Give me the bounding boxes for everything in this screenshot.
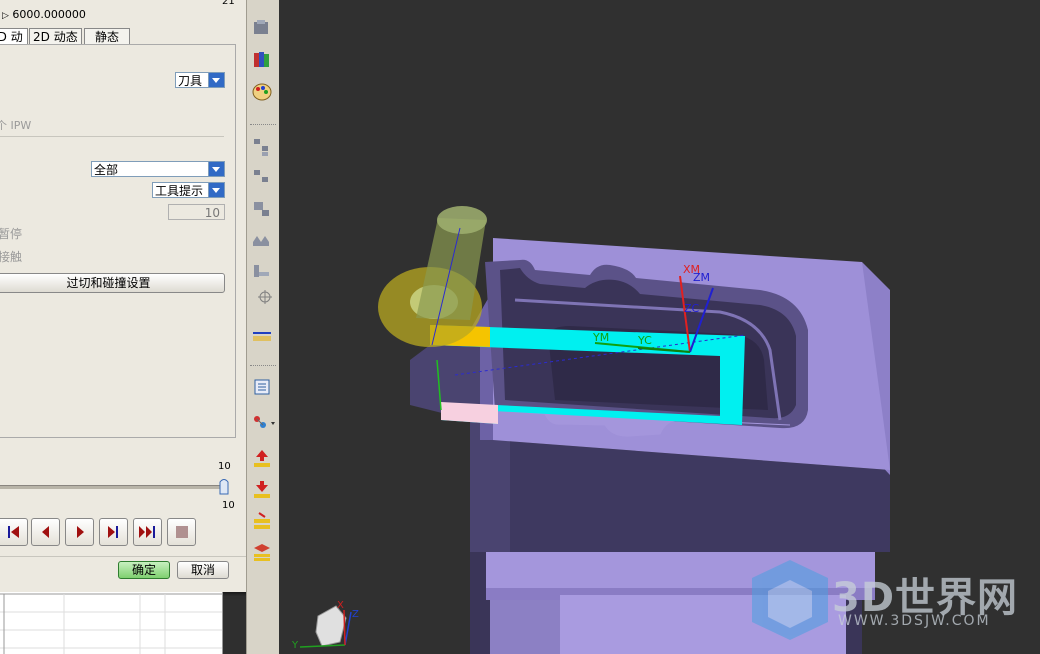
watermark-url: WWW.3DSJW.COM	[838, 613, 991, 629]
triad-z-axis	[344, 611, 352, 646]
speed-value: 6000.000000	[12, 8, 86, 21]
cad-model-scene	[299, 206, 890, 654]
zc-label: ZC	[684, 302, 700, 315]
chevron-down-icon	[208, 183, 224, 197]
base-side-face	[490, 600, 560, 654]
tab-static[interactable]: 静态	[84, 28, 130, 45]
play-to-end-icon	[108, 526, 118, 538]
move-down-icon[interactable]	[251, 480, 273, 500]
fast-forward-button[interactable]	[133, 518, 162, 546]
cancel-button[interactable]: 取消	[177, 561, 229, 579]
step-back-icon	[42, 526, 49, 538]
tool-holder-icon[interactable]	[251, 262, 273, 282]
tab-label: 2D 动态	[33, 30, 78, 44]
geometry-view-icon[interactable]	[251, 199, 273, 219]
method-view-icon[interactable]	[251, 230, 273, 250]
divider	[0, 556, 246, 557]
display-select[interactable]: 刀具	[175, 72, 225, 88]
scope-select[interactable]: 全部	[91, 161, 225, 177]
step-forward-icon	[77, 526, 84, 538]
grid-lines	[0, 593, 222, 654]
ym-label: YM	[593, 331, 610, 344]
tool-path-visualization-dialog: ▷ 6000.000000 21 3D 动态 2D 动态 静态 刀具 个 IPW…	[0, 0, 247, 592]
pause-label: 暂停	[0, 227, 23, 241]
tab-2d-dynamic[interactable]: 2D 动态	[29, 28, 82, 45]
layers-icon[interactable]	[251, 542, 273, 562]
color-palette-icon[interactable]	[251, 82, 273, 102]
scope-select-value: 全部	[94, 163, 119, 177]
tab-3d-dynamic[interactable]: 3D 动态	[0, 28, 28, 61]
machine-tool-icon[interactable]	[251, 18, 273, 38]
gouge-collision-settings-button[interactable]: 过切和碰撞设置	[0, 273, 225, 293]
ok-button[interactable]: 确定	[118, 561, 170, 579]
library-books-icon[interactable]	[251, 49, 273, 69]
operation-list-icon[interactable]	[251, 377, 273, 397]
rewind-icon	[8, 526, 19, 538]
slider-max-label: 10	[218, 461, 231, 472]
triad-y-axis	[299, 644, 346, 648]
play-forward-button[interactable]	[99, 518, 128, 546]
display-select-value: 刀具	[178, 74, 203, 88]
toolbar-separator	[250, 365, 276, 368]
tooltip-select[interactable]: 工具提示	[152, 182, 225, 198]
triad-y-label: Y	[292, 640, 299, 651]
insert-operation-icon[interactable]	[251, 511, 273, 531]
count-value: 10	[204, 206, 220, 220]
slider-value-label: 10	[222, 500, 235, 511]
tree-dropdown-icon[interactable]	[251, 413, 275, 433]
crosshair-icon[interactable]	[251, 287, 273, 307]
count-field[interactable]: 10	[168, 204, 225, 220]
program-order-icon[interactable]	[251, 137, 273, 157]
chevron-down-icon	[208, 73, 224, 87]
triad-z-label: Z	[352, 609, 359, 620]
top-number: 21	[222, 0, 235, 7]
tooltip-select-value: 工具提示	[155, 184, 204, 198]
operation-navigator-grid	[0, 592, 223, 654]
speed-slider-thumb[interactable]	[219, 477, 229, 495]
speed-slider-track[interactable]	[0, 485, 224, 489]
tab-label: 静态	[94, 30, 119, 44]
speed-readout: ▷ 6000.000000	[2, 8, 86, 21]
rewind-button[interactable]	[0, 518, 28, 546]
stop-icon	[176, 526, 188, 538]
divider	[0, 136, 224, 137]
zm-label: ZM	[693, 271, 711, 284]
view-triad-cube	[315, 605, 347, 647]
resource-toolbar	[246, 0, 281, 654]
machine-tool-view-icon[interactable]	[251, 168, 273, 188]
triad-x-axis	[343, 609, 346, 646]
stop-button[interactable]	[167, 518, 196, 546]
tab-panel	[0, 44, 236, 438]
move-up-icon[interactable]	[251, 449, 273, 469]
ipw-label: 个 IPW	[0, 119, 32, 132]
step-forward-button[interactable]	[65, 518, 94, 546]
toolpath-pink-segment	[441, 402, 498, 424]
toolbar-separator	[250, 124, 276, 127]
graphics-viewport[interactable]: XM ZM ZC YM YC Z Y X	[279, 0, 1040, 654]
contact-label: 接触	[0, 250, 23, 264]
step-back-button[interactable]	[31, 518, 60, 546]
measure-icon[interactable]	[251, 325, 273, 345]
triad-x-label: X	[337, 600, 344, 611]
yc-label: YC	[638, 334, 652, 347]
tool-shank-top	[437, 206, 487, 234]
fast-forward-icon	[139, 526, 155, 538]
chevron-down-icon	[208, 162, 224, 176]
